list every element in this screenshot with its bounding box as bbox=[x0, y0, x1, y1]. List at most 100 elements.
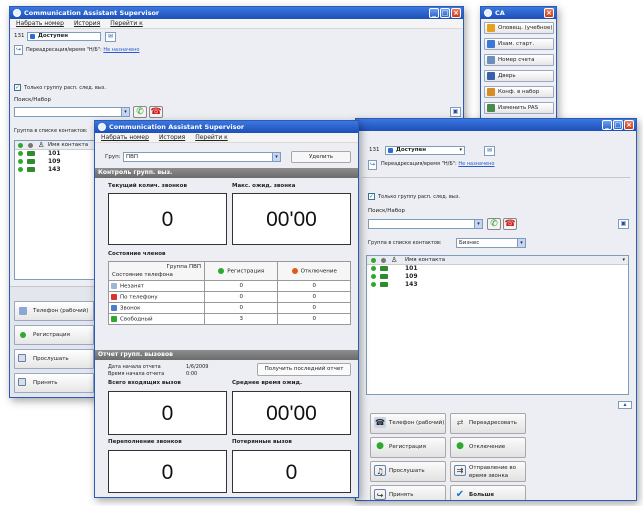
right-forward-link[interactable]: Не назначено bbox=[458, 161, 494, 167]
right-group-select[interactable]: Бизнес ▾ bbox=[456, 238, 526, 248]
right-forward-button[interactable]: ⇄ Переадресовать bbox=[450, 413, 526, 434]
control-section-header: Контроль групп. выз. bbox=[95, 168, 358, 178]
right-contacts-header: Имя контакта bbox=[405, 257, 446, 263]
send-icon: ⇉ bbox=[454, 465, 466, 476]
right-forward-label: Переадресация/время "Н/Б": bbox=[381, 161, 457, 167]
menu-dial[interactable]: Набрать номер bbox=[101, 133, 149, 142]
contact-name: 143 bbox=[48, 166, 61, 173]
menu-goto[interactable]: Перейти к bbox=[110, 19, 143, 28]
maximize-icon[interactable]: □ bbox=[613, 120, 623, 130]
max-wait-value: 00'00 bbox=[232, 193, 351, 245]
group-header: Группа ПВП bbox=[166, 264, 201, 270]
mini-conference-button[interactable]: Конф. в набор bbox=[484, 86, 554, 98]
right-message-icon[interactable]: ✉ bbox=[484, 146, 495, 156]
status-icon bbox=[371, 282, 376, 287]
back-hangup-icon[interactable]: ☎ bbox=[149, 106, 163, 118]
app-icon bbox=[484, 9, 492, 17]
menu-history[interactable]: История bbox=[74, 19, 100, 28]
right-contact-list: ♙ Имя контакта ▾ 101 109 143 bbox=[366, 255, 629, 395]
phone-icon bbox=[27, 167, 35, 172]
chevron-down-icon[interactable]: ▾ bbox=[121, 108, 129, 116]
report-date-value: 1/6/2009 bbox=[186, 364, 209, 370]
right-listen-button[interactable]: ♫ Прослушать bbox=[370, 461, 446, 482]
close-icon[interactable]: × bbox=[544, 8, 554, 18]
chevron-down-icon[interactable]: ▾ bbox=[272, 153, 280, 161]
state-header: Состояние телефона bbox=[112, 272, 173, 278]
right-phone-work-button[interactable]: ☎ Телефон (рабочий) bbox=[370, 413, 446, 434]
table-row: Свободный 3 0 bbox=[108, 313, 351, 325]
mini-alert-button[interactable]: Оповещ. (учебное) bbox=[484, 22, 554, 34]
maximize-icon[interactable]: □ bbox=[440, 8, 450, 18]
right-contact-card-icon[interactable]: ▣ bbox=[618, 219, 629, 229]
right-contact-row[interactable]: 101 bbox=[367, 265, 628, 273]
phone-icon bbox=[380, 266, 388, 271]
right-contact-row[interactable]: 143 bbox=[367, 281, 628, 289]
person-icon: ♙ bbox=[38, 141, 45, 149]
menu-history[interactable]: История bbox=[159, 133, 185, 142]
mini-door-button[interactable]: Дверь bbox=[484, 70, 554, 82]
right-collapse-icon[interactable]: ▴ bbox=[618, 401, 632, 409]
report-time-label: Время начала отчета bbox=[108, 371, 165, 377]
back-accept-button[interactable]: Принять bbox=[14, 373, 94, 393]
mini-alert-label: Оповещ. (учебное) bbox=[498, 25, 553, 31]
close-icon[interactable]: × bbox=[451, 8, 461, 18]
back-phone-work-button[interactable]: Телефон (рабочий) bbox=[14, 301, 94, 321]
overflow-value: 0 bbox=[108, 450, 227, 493]
back-search-input[interactable]: ▾ bbox=[14, 107, 130, 117]
back-window-titlebar: Communication Assistant Supervisor _ □ × bbox=[10, 7, 463, 19]
mini-start-button[interactable]: Изам. старт. bbox=[484, 38, 554, 50]
right-only-group-checkbox[interactable]: ✓ bbox=[368, 193, 375, 200]
back-listen-button[interactable]: Прослушать bbox=[14, 349, 94, 369]
back-forward-icon[interactable]: ↪ bbox=[14, 45, 23, 55]
right-contact-row[interactable]: 109 bbox=[367, 273, 628, 281]
back-message-icon[interactable]: ✉ bbox=[105, 32, 116, 42]
register-icon: ● bbox=[376, 441, 384, 451]
close-icon[interactable]: × bbox=[624, 120, 634, 130]
back-only-group-checkbox[interactable]: ✓ bbox=[14, 84, 21, 91]
phone-icon bbox=[380, 274, 388, 279]
last-report-button[interactable]: Получить последний отчет bbox=[257, 363, 351, 376]
row-label: Звонок bbox=[108, 302, 205, 314]
right-only-group-label: Только группу расп. след. выз. bbox=[378, 194, 461, 200]
registration-icon bbox=[218, 267, 225, 274]
right-register-button[interactable]: ● Регистрация bbox=[370, 437, 446, 458]
phone-icon bbox=[27, 159, 35, 164]
right-register-label: Регистрация bbox=[389, 444, 426, 450]
back-contact-card-icon[interactable]: ▣ bbox=[450, 107, 461, 117]
minimize-icon[interactable]: _ bbox=[602, 120, 612, 130]
right-more-button[interactable]: ✔ Больше bbox=[450, 485, 526, 500]
back-forward-link[interactable]: Не назначено bbox=[103, 47, 139, 53]
menu-dial[interactable]: Набрать номер bbox=[16, 19, 64, 28]
account-icon bbox=[487, 56, 495, 64]
right-disconnect-label: Отключение bbox=[469, 444, 506, 450]
right-send-during-call-button[interactable]: ⇉ Отправление во время звонка bbox=[450, 461, 526, 482]
right-forward-icon[interactable]: ↪ bbox=[368, 160, 377, 170]
minimize-icon[interactable]: _ bbox=[429, 8, 439, 18]
back-presence-select[interactable]: Доступен bbox=[27, 32, 101, 41]
group-select[interactable]: ПВП ▾ bbox=[123, 152, 281, 162]
chevron-down-icon[interactable]: ▾ bbox=[517, 239, 525, 247]
mini-pas-label: Изменить PAS bbox=[498, 105, 539, 111]
chevron-down-icon[interactable]: ▾ bbox=[474, 220, 482, 228]
table-row: Незанят 0 0 bbox=[108, 280, 351, 292]
right-search-input[interactable]: ▾ bbox=[368, 219, 483, 229]
mini-pas-button[interactable]: Изменить PAS bbox=[484, 102, 554, 114]
right-accept-button[interactable]: ↪ Принять bbox=[370, 485, 446, 500]
right-presence-select[interactable]: Доступен ▾ bbox=[385, 146, 465, 155]
lost-label: Потерянные вызов bbox=[232, 439, 292, 445]
right-hangup-icon[interactable]: ☎ bbox=[503, 218, 517, 230]
row-label-text: По телефону bbox=[120, 294, 158, 301]
right-call-icon[interactable]: ✆ bbox=[487, 218, 501, 230]
contact-name: 143 bbox=[405, 281, 418, 288]
status-col-icon bbox=[371, 258, 376, 263]
menu-goto[interactable]: Перейти к bbox=[195, 133, 228, 142]
mini-account-button[interactable]: Номер счета bbox=[484, 54, 554, 66]
right-forward-label-btn: Переадресовать bbox=[469, 420, 517, 426]
exit-button[interactable]: Уделить bbox=[291, 151, 351, 163]
report-time-row: Время начала отчета 0:00 bbox=[108, 371, 197, 377]
right-disconnect-button[interactable]: ● Отключение bbox=[450, 437, 526, 458]
chevron-down-icon[interactable]: ▾ bbox=[622, 256, 625, 265]
forward-arrows-icon: ⇄ bbox=[456, 418, 464, 427]
back-call-icon[interactable]: ✆ bbox=[133, 106, 147, 118]
back-register-button[interactable]: Регистрация bbox=[14, 325, 94, 345]
